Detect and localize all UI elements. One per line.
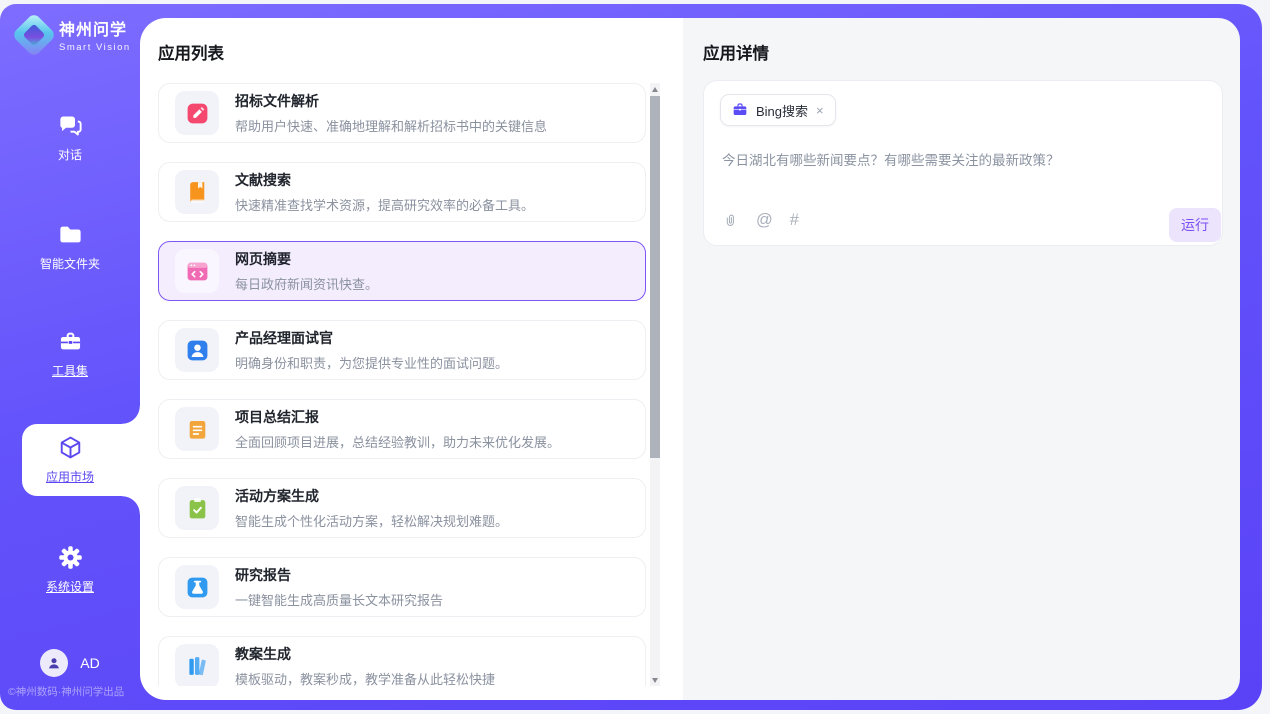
prompt-composer[interactable]: Bing搜索 × 今日湖北有哪些新闻要点？有哪些需要关注的最新政策？ @ # [703,80,1223,246]
prompt-input[interactable]: 今日湖北有哪些新闻要点？有哪些需要关注的最新政策？ [722,151,1206,172]
app-card-name: 教案生成 [235,644,495,664]
app-card-project-summary[interactable]: 项目总结汇报 全面回顾项目进展，总结经验教训，助力未来优化发展。 [158,399,646,459]
brand-tagline: Smart Vision [59,42,131,53]
sidebar-item-label: 对话 [0,146,140,163]
user-account[interactable]: AD [0,649,140,677]
app-card-desc: 快速精准查找学术资源，提高研究效率的必备工具。 [235,195,534,214]
scroll-down-icon[interactable] [650,674,660,686]
scrollbar-thumb[interactable] [650,96,660,458]
brand-logo-icon [11,12,56,57]
clipboard-check-icon [175,486,219,530]
app-list-panel: 应用列表 招标文件解析 帮助用户快速、准确地理解和解析招标书中的关键信息 [140,18,683,700]
briefcase-icon [732,102,748,118]
sidebar-item-settings[interactable]: 系统设置 [0,544,140,595]
avatar [40,649,68,677]
app-card-activity-plan[interactable]: 活动方案生成 智能生成个性化活动方案，轻松解决规划难题。 [158,478,646,538]
sidebar-item-label: 应用市场 [0,468,140,485]
app-detail-title: 应用详情 [703,40,769,64]
attachment-icon[interactable] [722,212,739,229]
app-card-desc: 帮助用户快速、准确地理解和解析招标书中的关键信息 [235,116,547,135]
app-card-bid-parse[interactable]: 招标文件解析 帮助用户快速、准确地理解和解析招标书中的关键信息 [158,83,646,143]
app-card-name: 文献搜索 [235,170,534,190]
app-card-desc: 全面回顾项目进展，总结经验教训，助力未来优化发展。 [235,432,560,451]
app-list: 招标文件解析 帮助用户快速、准确地理解和解析招标书中的关键信息 文献搜索 快速精… [158,83,660,686]
app-card-webpage-summary[interactable]: 网页摘要 每日政府新闻资讯快查。 [158,241,646,301]
sidebar-item-label: 系统设置 [0,578,140,595]
app-card-desc: 智能生成个性化活动方案，轻松解决规划难题。 [235,511,508,530]
mention-icon[interactable]: @ [756,212,773,229]
app-card-desc: 一键智能生成高质量长文本研究报告 [235,590,443,609]
app-card-literature-search[interactable]: 文献搜索 快速精准查找学术资源，提高研究效率的必备工具。 [158,162,646,222]
content-area: 应用列表 招标文件解析 帮助用户快速、准确地理解和解析招标书中的关键信息 [140,18,1240,700]
literature-book-icon [175,170,219,214]
app-detail-panel: 应用详情 Bing搜索 × 今日湖北有哪些新闻要点？有哪些需要关注的最新政策？ [683,18,1240,700]
composer-toolbar: @ # [722,212,799,229]
scroll-up-icon[interactable] [650,83,660,95]
app-card-name: 网页摘要 [235,249,378,269]
chat-icon [57,112,84,139]
interviewer-icon [175,328,219,372]
notepad-icon [175,407,219,451]
app-card-desc: 明确身份和职责，为您提供专业性的面试问题。 [235,353,508,372]
cube-icon [57,434,84,461]
bid-document-icon [175,91,219,135]
app-card-lesson-plan[interactable]: 教案生成 模板驱动，教案秒成，教学准备从此轻松快捷 [158,636,646,686]
app-card-name: 研究报告 [235,565,443,585]
sidebar-item-smart-folder[interactable]: 智能文件夹 [0,221,140,272]
sidebar-item-label: 智能文件夹 [0,255,140,272]
brand-logo: 神州问学 Smart Vision [18,16,131,53]
person-icon [45,654,63,672]
app-card-name: 活动方案生成 [235,486,508,506]
app-card-research-report[interactable]: 研究报告 一键智能生成高质量长文本研究报告 [158,557,646,617]
app-list-title: 应用列表 [158,40,224,64]
research-flask-icon [175,565,219,609]
sidebar: 神州问学 Smart Vision 对话 智能文件夹 [0,4,140,710]
app-card-name: 产品经理面试官 [235,328,508,348]
close-icon[interactable]: × [816,104,824,117]
sidebar-item-app-market[interactable]: 应用市场 [0,434,140,485]
app-frame: 神州问学 Smart Vision 对话 智能文件夹 [0,4,1262,710]
sidebar-item-chat[interactable]: 对话 [0,112,140,163]
brand-name: 神州问学 [59,16,131,40]
user-name: AD [80,655,99,671]
list-scrollbar[interactable] [650,83,660,686]
app-card-name: 项目总结汇报 [235,407,560,427]
folder-icon [57,221,84,248]
gear-icon [57,544,84,571]
lesson-books-icon [175,644,219,686]
copyright-footer: ©神州数码·神州问学出品 [8,684,140,699]
tool-tag-bing-search[interactable]: Bing搜索 × [720,94,836,126]
sidebar-item-label: 工具集 [0,362,140,379]
webpage-code-icon [175,249,219,293]
app-window: 神州问学 Smart Vision 对话 智能文件夹 [0,0,1270,714]
sidebar-item-toolset[interactable]: 工具集 [0,328,140,379]
tool-tag-label: Bing搜索 [756,101,808,120]
app-card-desc: 每日政府新闻资讯快查。 [235,274,378,293]
run-button[interactable]: 运行 [1169,208,1221,242]
app-card-name: 招标文件解析 [235,91,547,111]
hashtag-icon[interactable]: # [790,212,799,229]
app-card-desc: 模板驱动，教案秒成，教学准备从此轻松快捷 [235,669,495,686]
app-card-pm-interviewer[interactable]: 产品经理面试官 明确身份和职责，为您提供专业性的面试问题。 [158,320,646,380]
toolbox-icon [57,328,84,355]
